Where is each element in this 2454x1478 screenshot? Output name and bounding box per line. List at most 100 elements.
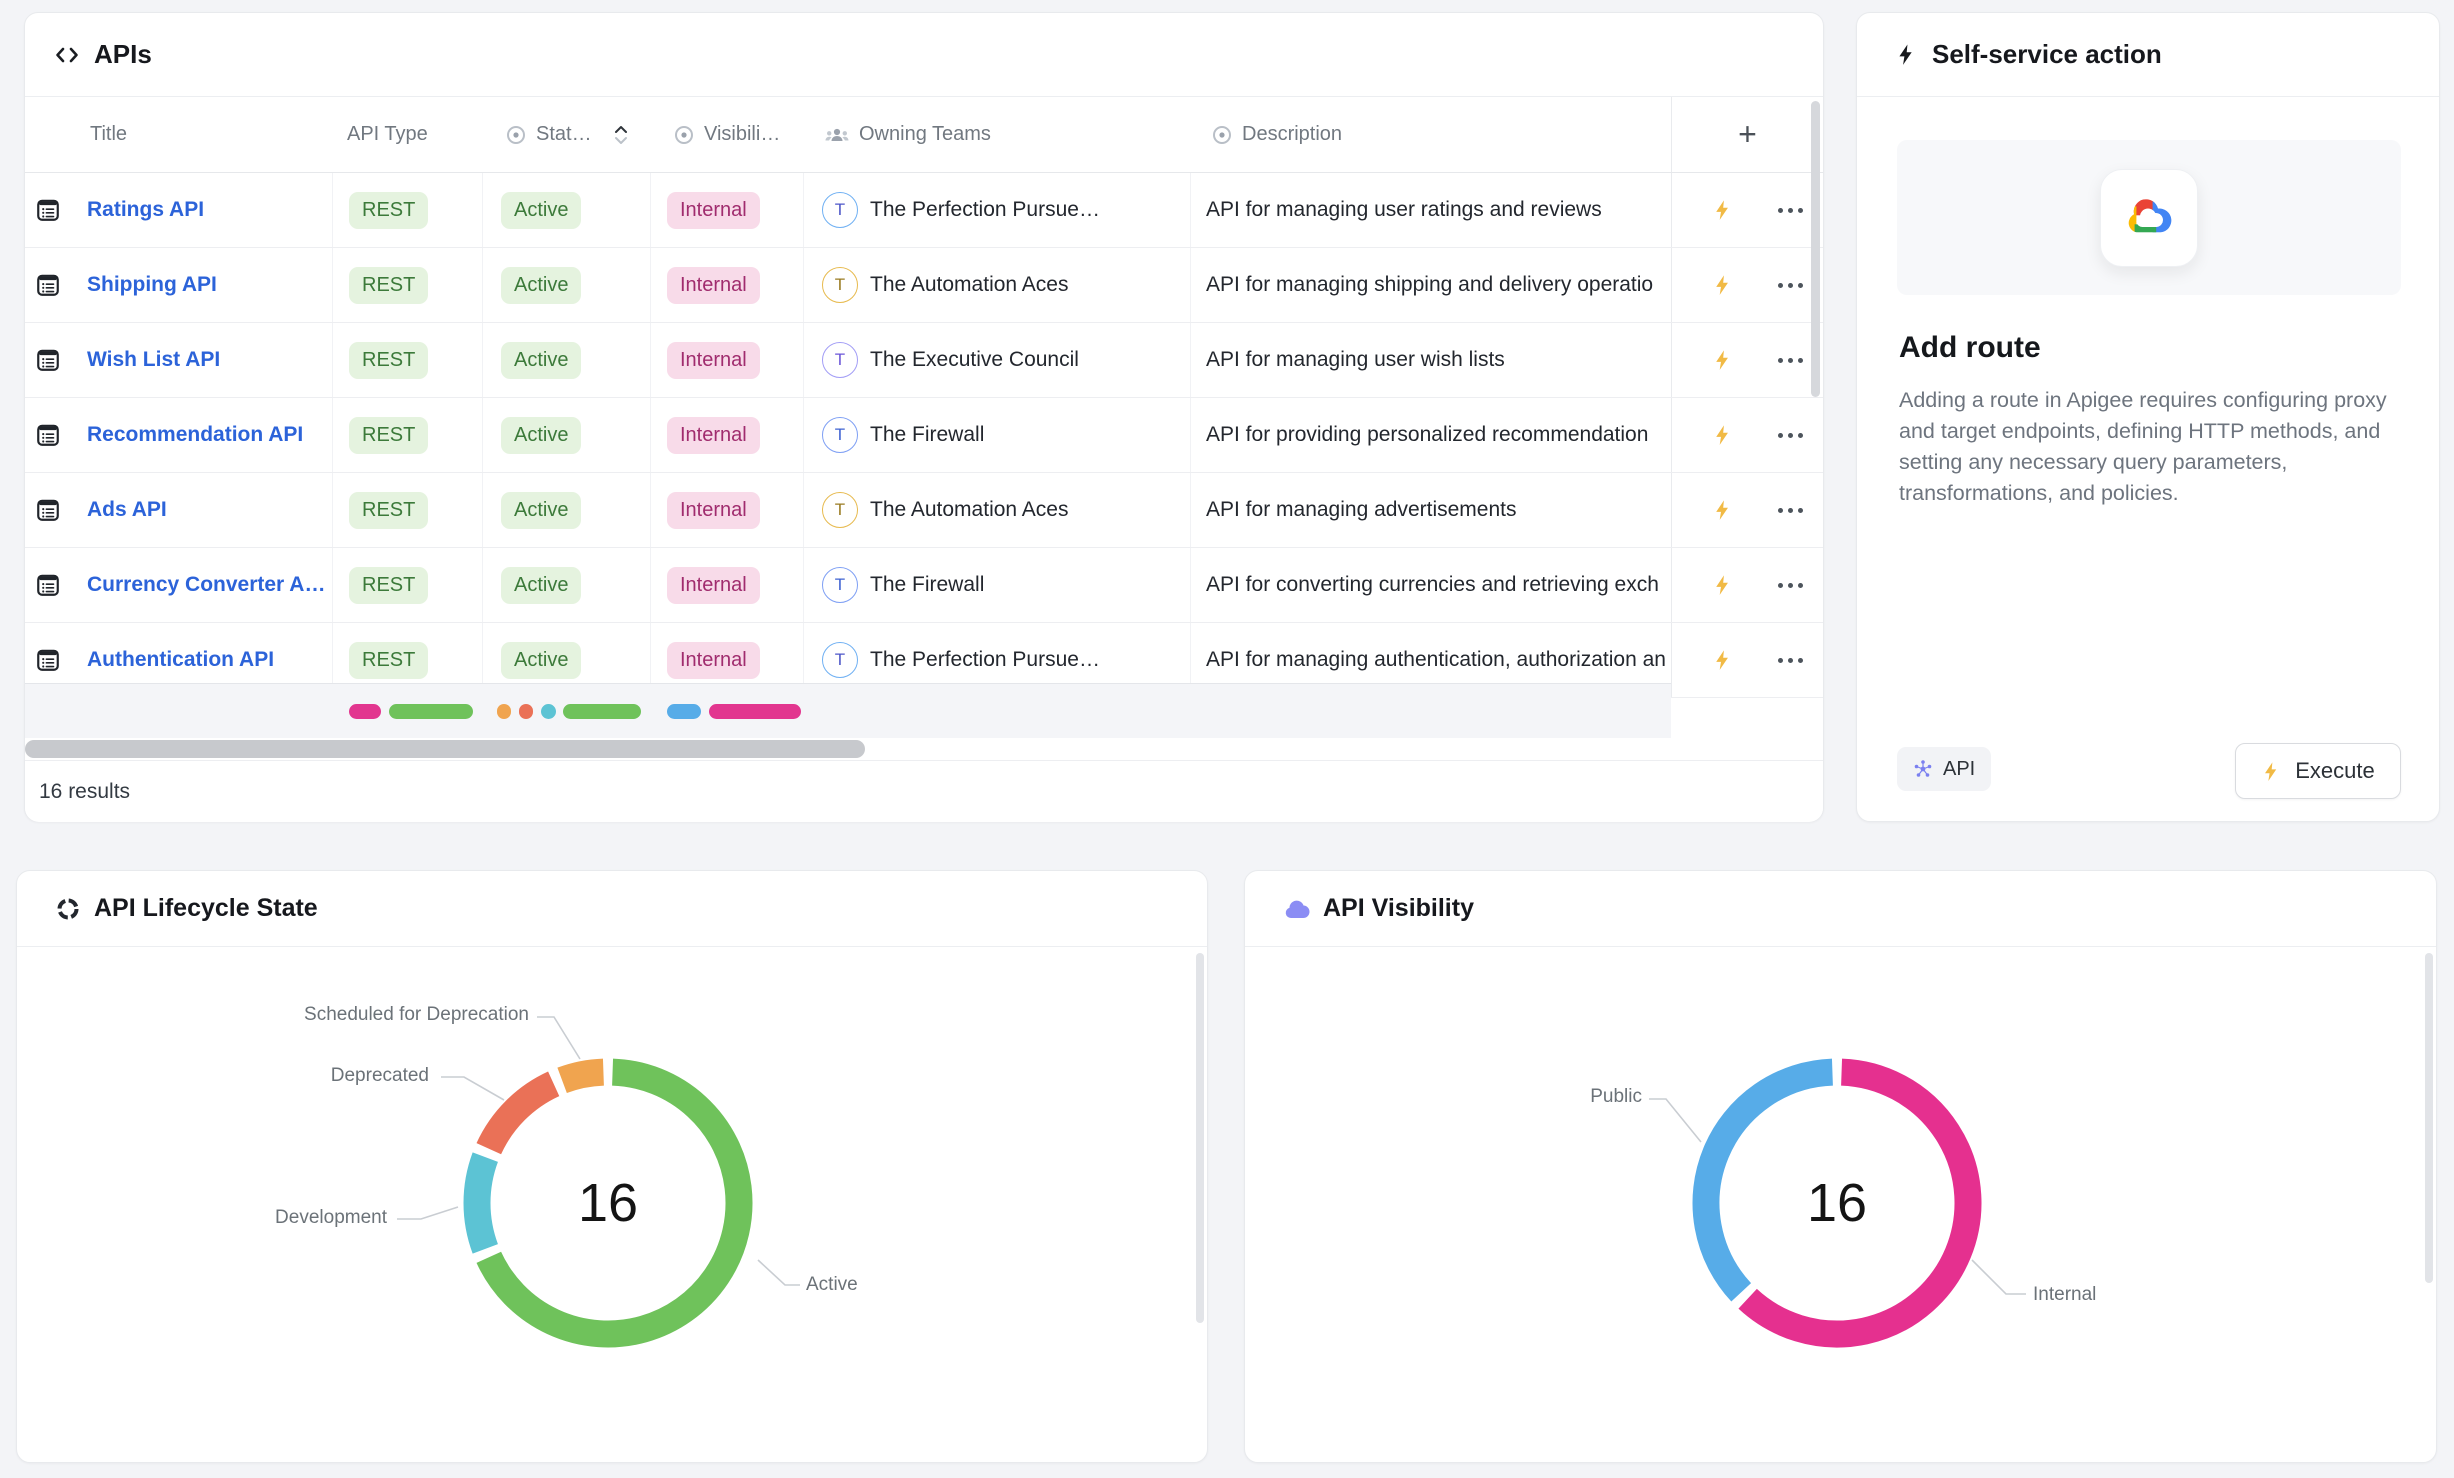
row-menu-button[interactable] — [1778, 283, 1803, 288]
blueprint-chip: API — [1897, 747, 1991, 791]
run-action-lightning-icon[interactable] — [1712, 349, 1734, 371]
team-name: The Perfection Pursue… — [870, 648, 1100, 672]
chart-label-internal: Internal — [2033, 1284, 2096, 1306]
run-action-lightning-icon[interactable] — [1712, 574, 1734, 596]
entity-icon — [35, 272, 61, 298]
entity-icon — [35, 347, 61, 373]
card-scrollbar[interactable] — [2425, 953, 2433, 1283]
api-type-badge: REST — [349, 192, 428, 229]
table-body: Ratings API REST Active Internal T The Perfec… — [25, 173, 1823, 759]
column-header-description[interactable]: Description — [1191, 97, 1671, 172]
run-action-lightning-icon[interactable] — [1712, 274, 1734, 296]
api-title-link[interactable]: Ads API — [87, 498, 167, 522]
visibility-badge: Internal — [667, 342, 760, 379]
team-avatar: T — [822, 567, 858, 603]
apis-table-card: APIs Title API Type Stat… Visibili — [24, 12, 1824, 822]
table-footer: 16 results — [25, 760, 1823, 822]
distribution-pill — [389, 704, 473, 719]
api-type-badge: REST — [349, 417, 428, 454]
google-cloud-icon — [2122, 197, 2176, 239]
row-menu-button[interactable] — [1778, 583, 1803, 588]
status-badge: Active — [501, 492, 581, 529]
lifecycle-chart-card: API Lifecycle State 16 Scheduled for Dep… — [16, 870, 1208, 1463]
entity-icon — [35, 197, 61, 223]
table-row: Ads APIRESTActiveInternalTThe Automation… — [25, 473, 1823, 548]
api-description: API for managing advertisements — [1206, 498, 1517, 522]
row-menu-button[interactable] — [1778, 658, 1803, 663]
self-service-action-card: Self-service action Add r — [1856, 12, 2440, 822]
table-row: Shipping APIRESTActiveInternalTThe Autom… — [25, 248, 1823, 323]
horizontal-scrollbar[interactable] — [25, 740, 865, 758]
api-type-badge: REST — [349, 492, 428, 529]
team-avatar: T — [822, 642, 858, 678]
status-badge: Active — [501, 267, 581, 304]
api-title-link[interactable]: Shipping API — [87, 273, 217, 297]
sort-arrows-icon[interactable] — [613, 124, 629, 146]
code-icon — [53, 41, 81, 69]
donut-segment-deprecated[interactable] — [489, 1084, 554, 1149]
api-type-badge: REST — [349, 567, 428, 604]
vertical-scrollbar[interactable] — [1811, 101, 1820, 397]
distribution-pill — [497, 704, 511, 719]
status-badge: Active — [501, 342, 581, 379]
api-title-link[interactable]: Authentication API — [87, 648, 274, 672]
row-menu-button[interactable] — [1778, 208, 1803, 213]
api-title-link[interactable]: Wish List API — [87, 348, 220, 372]
lifecycle-total: 16 — [528, 1173, 688, 1233]
api-title-link[interactable]: Ratings API — [87, 198, 204, 222]
visibility-badge: Internal — [667, 417, 760, 454]
run-action-lightning-icon[interactable] — [1712, 499, 1734, 521]
row-menu-button[interactable] — [1778, 358, 1803, 363]
api-title-link[interactable]: Recommendation API — [87, 423, 303, 447]
distribution-pill — [563, 704, 641, 719]
column-header-owning-teams[interactable]: Owning Teams — [804, 97, 1191, 172]
status-badge: Active — [501, 567, 581, 604]
column-header-title[interactable]: Title — [25, 97, 333, 172]
action-thumbnail — [1897, 140, 2401, 295]
column-header-api-type[interactable]: API Type — [333, 97, 483, 172]
run-action-lightning-icon[interactable] — [1712, 199, 1734, 221]
visibility-chart-title: API Visibility — [1323, 894, 1474, 923]
row-menu-button[interactable] — [1778, 508, 1803, 513]
card-scrollbar[interactable] — [1196, 953, 1204, 1323]
team-avatar: T — [822, 192, 858, 228]
table-row: Wish List APIRESTActiveInternalTThe Exec… — [25, 323, 1823, 398]
chart-label-scheduled-for-deprecation: Scheduled for Deprecation — [304, 1004, 529, 1026]
execute-lightning-icon — [2261, 761, 2282, 782]
add-column-button[interactable]: + — [1671, 97, 1823, 172]
api-description: API for managing shipping and delivery o… — [1206, 273, 1653, 297]
api-description: API for managing authentication, authori… — [1206, 648, 1666, 672]
table-row: Currency Converter A… REST Active Internal T… — [25, 548, 1823, 623]
execute-button[interactable]: Execute — [2235, 743, 2401, 799]
run-action-lightning-icon[interactable] — [1712, 424, 1734, 446]
team-avatar: T — [822, 267, 858, 303]
visibility-badge: Internal — [667, 192, 760, 229]
entity-icon — [35, 647, 61, 673]
distribution-pill — [519, 704, 533, 719]
api-description: API for providing personalized recommend… — [1206, 423, 1648, 447]
column-header-status[interactable]: Stat… — [483, 97, 651, 172]
lightning-icon — [1895, 43, 1918, 66]
entity-icon — [35, 497, 61, 523]
status-badge: Active — [501, 417, 581, 454]
distribution-pill — [709, 704, 801, 719]
api-title-link[interactable]: Currency Converter A… — [87, 573, 325, 597]
visibility-chart-card: API Visibility 16 Public Internal — [1244, 870, 2437, 1463]
column-header-visibility[interactable]: Visibili… — [651, 97, 804, 172]
visibility-total: 16 — [1757, 1173, 1917, 1233]
action-description: Adding a route in Apigee requires config… — [1899, 385, 2399, 509]
property-icon — [673, 124, 695, 146]
property-icon — [1211, 124, 1233, 146]
visibility-badge: Internal — [667, 567, 760, 604]
api-description: API for managing user ratings and review… — [1206, 198, 1602, 222]
team-name: The Firewall — [870, 573, 984, 597]
team-avatar: T — [822, 492, 858, 528]
run-action-lightning-icon[interactable] — [1712, 649, 1734, 671]
donut-segment-scheduled-for-deprecation[interactable] — [562, 1072, 603, 1080]
lifecycle-chart-title: API Lifecycle State — [94, 894, 318, 923]
team-avatar: T — [822, 417, 858, 453]
distribution-pill — [541, 704, 556, 719]
table-row: Ratings APIRESTActiveInternalTThe Perfec… — [25, 173, 1823, 248]
row-menu-button[interactable] — [1778, 433, 1803, 438]
donut-segment-development[interactable] — [477, 1157, 485, 1249]
